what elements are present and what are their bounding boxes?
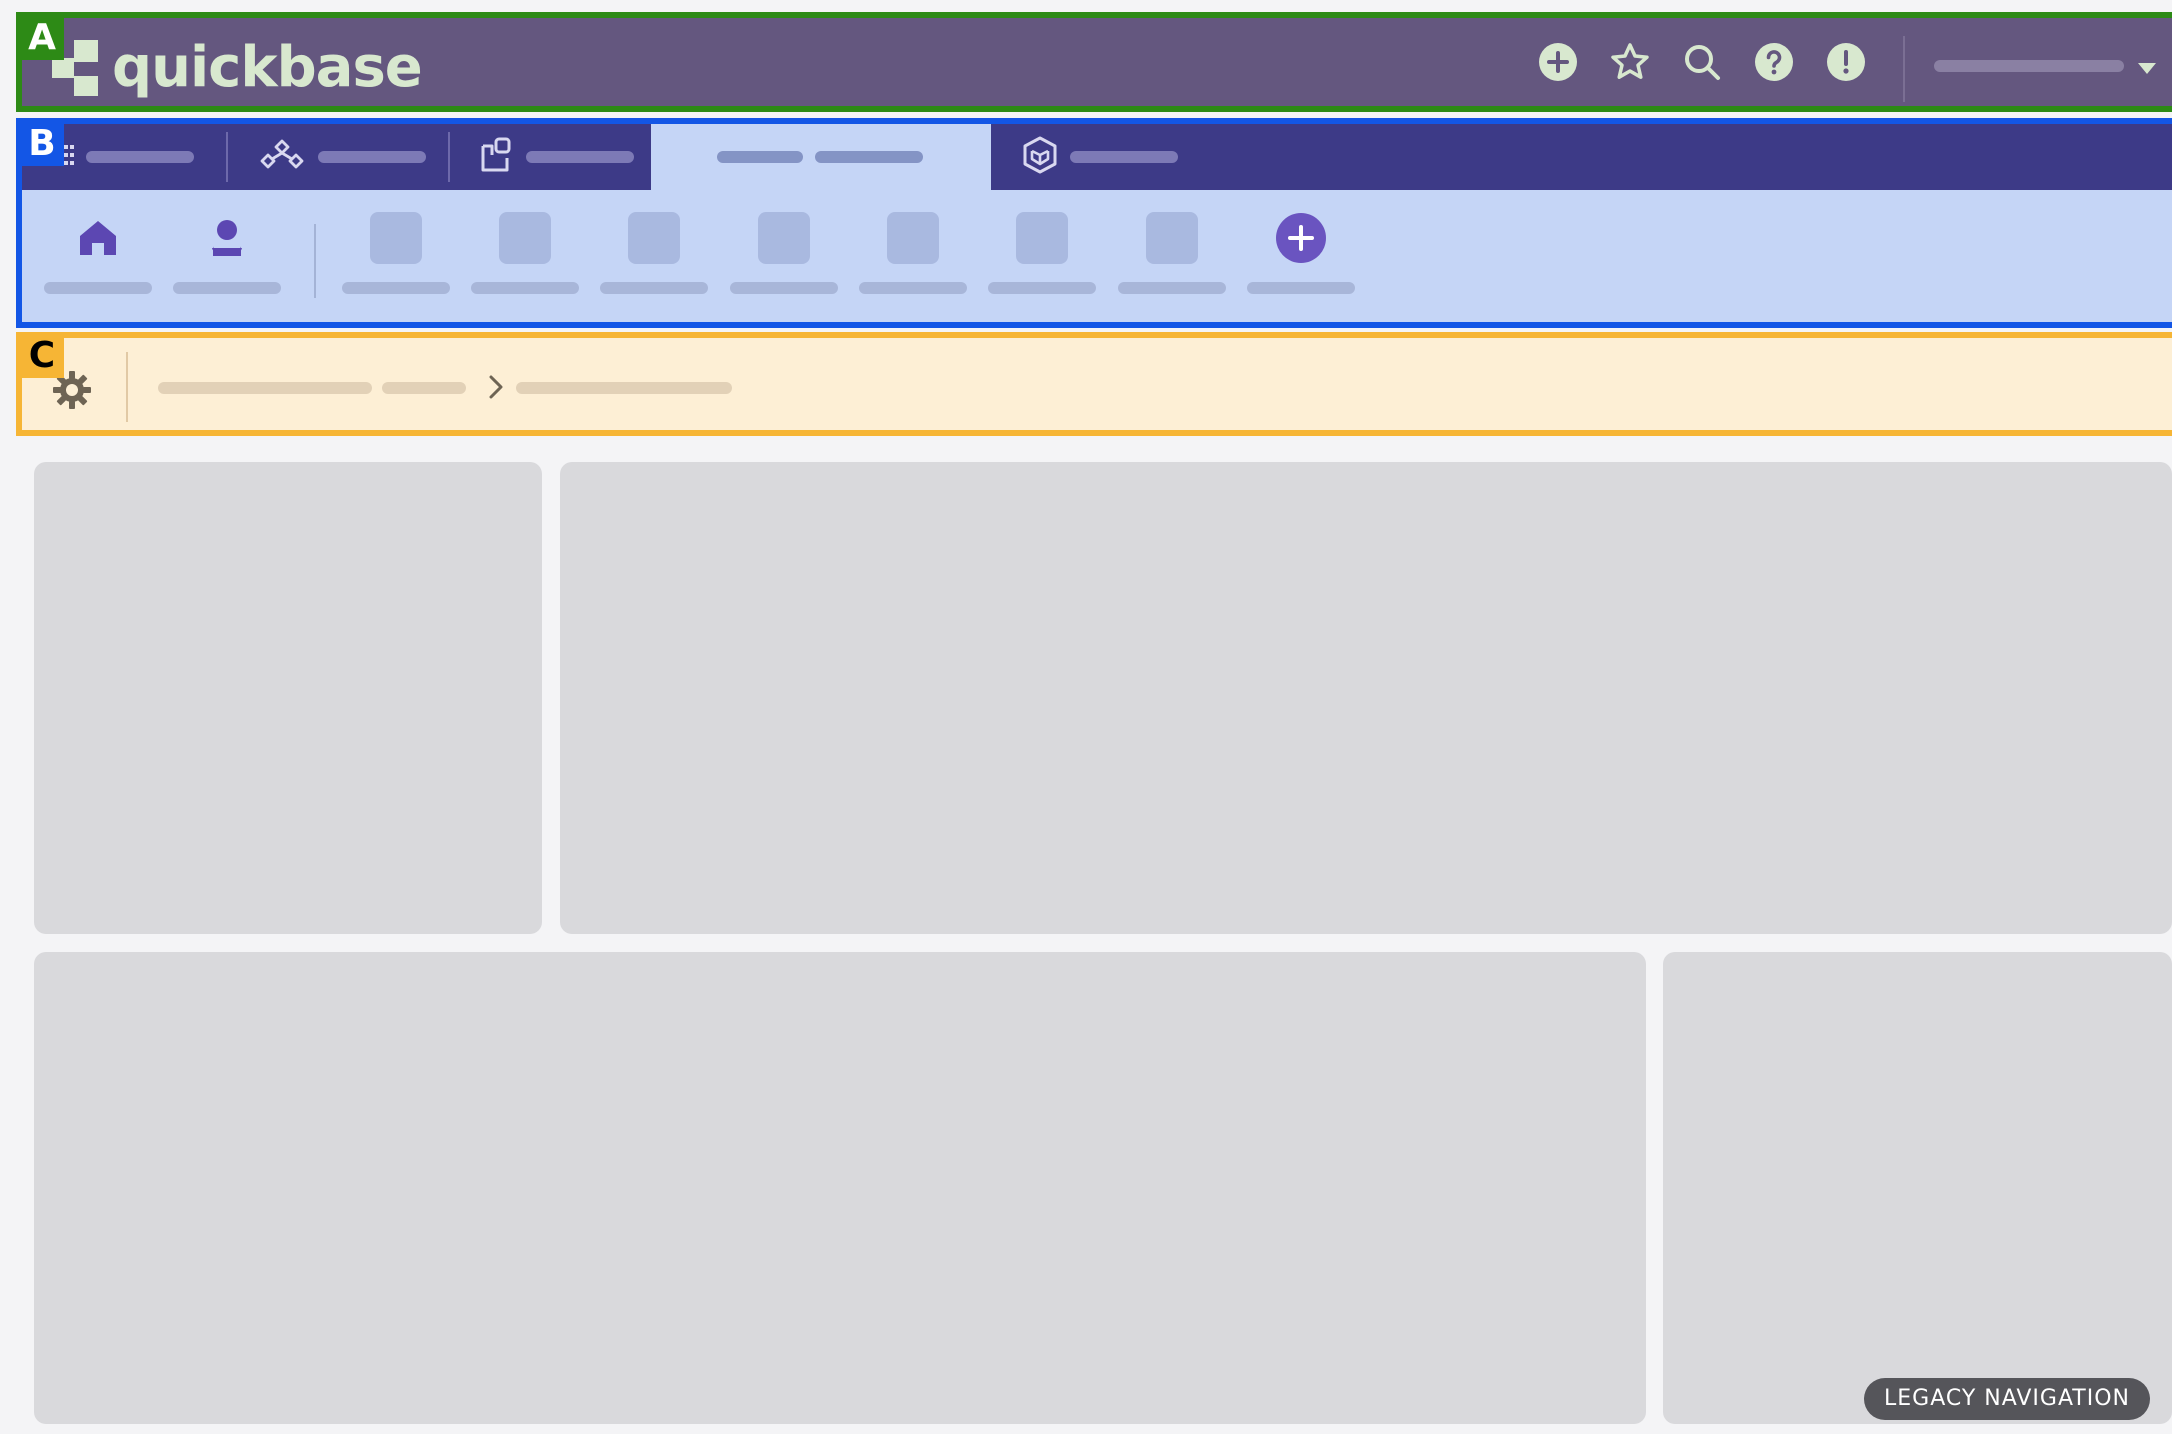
- star-icon[interactable]: [1610, 42, 1650, 82]
- tab-exchange[interactable]: [466, 124, 650, 190]
- tab-label: [86, 151, 194, 163]
- toolbar-table[interactable]: [988, 212, 1098, 312]
- breadcrumb: [16, 332, 2172, 436]
- tab-cube[interactable]: [1012, 124, 1212, 190]
- toolbar-label: [730, 282, 838, 294]
- tab-label: [1070, 151, 1178, 163]
- breadcrumb-divider: [126, 352, 128, 422]
- breadcrumb-item[interactable]: [516, 382, 732, 394]
- table-icon: [499, 212, 551, 264]
- region-label-b: B: [20, 122, 64, 166]
- pipelines-icon: [258, 138, 306, 176]
- toolbar-label: [859, 282, 967, 294]
- tab-divider: [448, 132, 450, 182]
- toolbar-label: [471, 282, 579, 294]
- toolbar-table[interactable]: [600, 212, 710, 312]
- toolbar-label: [342, 282, 450, 294]
- quickbase-logo[interactable]: quickbase: [52, 35, 423, 100]
- toolbar-user[interactable]: [173, 212, 283, 312]
- app-tabs: [22, 124, 2172, 190]
- table-icon: [628, 212, 680, 264]
- breadcrumb-item[interactable]: [158, 382, 372, 394]
- content-panel: [34, 462, 542, 934]
- tab-pipelines[interactable]: [244, 124, 444, 190]
- alert-icon[interactable]: [1826, 42, 1866, 82]
- toolbar-home[interactable]: [44, 212, 154, 312]
- user-icon: [201, 212, 253, 264]
- region-label-a: A: [20, 16, 64, 60]
- help-icon[interactable]: [1754, 42, 1794, 82]
- toolbar-table[interactable]: [471, 212, 581, 312]
- table-icon: [1146, 212, 1198, 264]
- toolbar-label: [1118, 282, 1226, 294]
- toolbar-label: [600, 282, 708, 294]
- tab-label: [815, 151, 923, 163]
- cube-icon: [1022, 136, 1058, 178]
- exchange-icon: [480, 137, 514, 177]
- table-icon: [370, 212, 422, 264]
- search-icon[interactable]: [1682, 42, 1722, 82]
- table-icon: [1016, 212, 1068, 264]
- toolbar-table[interactable]: [730, 212, 840, 312]
- add-table-icon: [1275, 212, 1327, 264]
- tab-current-app[interactable]: [651, 124, 991, 190]
- toolbar-add-table[interactable]: [1247, 212, 1357, 312]
- toolbar-label: [173, 282, 281, 294]
- app-navigation: [16, 118, 2172, 328]
- tab-divider: [226, 132, 228, 182]
- tab-label: [526, 151, 634, 163]
- toolbar-label: [1247, 282, 1355, 294]
- region-label-c: C: [20, 334, 64, 378]
- tab-label: [318, 151, 426, 163]
- table-icon: [887, 212, 939, 264]
- global-top-bar: quickbase: [16, 12, 2172, 112]
- top-bar-actions: [1538, 42, 1866, 82]
- home-icon: [72, 212, 124, 264]
- content-panel: [34, 952, 1646, 1424]
- brand-name: quickbase: [112, 35, 423, 100]
- grid-icon: [64, 143, 76, 171]
- toolbar-label: [988, 282, 1096, 294]
- content-panel: [560, 462, 2172, 934]
- chevron-down-icon[interactable]: [2138, 60, 2156, 79]
- toolbar-table[interactable]: [1118, 212, 1228, 312]
- toolbar-table[interactable]: [859, 212, 969, 312]
- table-icon: [758, 212, 810, 264]
- content-panel: [1663, 952, 2172, 1424]
- user-menu[interactable]: [1934, 60, 2124, 72]
- breadcrumb-item[interactable]: [382, 382, 466, 394]
- toolbar-table[interactable]: [342, 212, 452, 312]
- page: quickbase A B C LEGACY NAVIGATION: [0, 0, 2172, 1434]
- tab-label: [717, 151, 803, 163]
- toolbar-label: [44, 282, 152, 294]
- legacy-navigation-button[interactable]: LEGACY NAVIGATION: [1864, 1378, 2151, 1420]
- top-bar-divider: [1903, 36, 1905, 102]
- toolbar-divider: [314, 224, 316, 298]
- chevron-right-icon: [488, 374, 504, 404]
- plus-circle-icon[interactable]: [1538, 42, 1578, 82]
